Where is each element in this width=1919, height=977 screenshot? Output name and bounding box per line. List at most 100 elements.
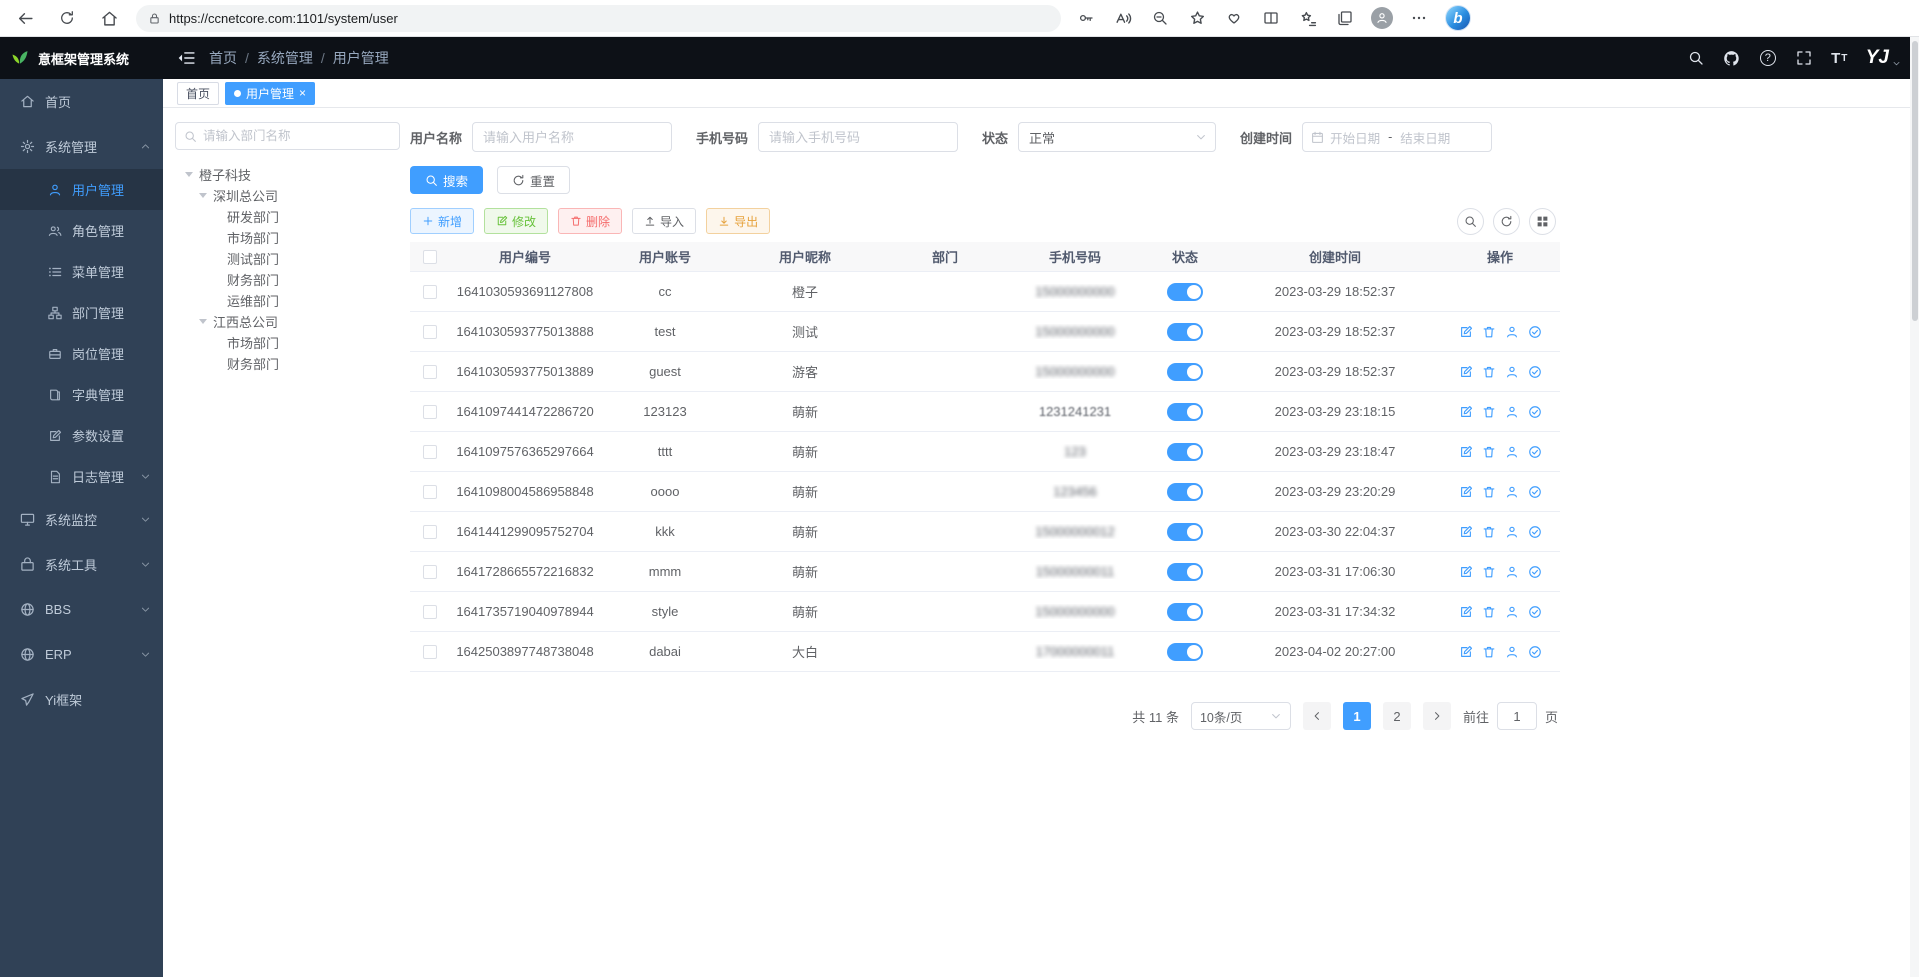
sidebar-item-system-tools[interactable]: 系统工具	[0, 542, 163, 587]
help-icon[interactable]: ?	[1758, 48, 1778, 68]
reset-password-icon[interactable]	[1505, 445, 1519, 459]
password-key-icon[interactable]	[1075, 7, 1097, 29]
page-size-select[interactable]: 10条/页	[1191, 702, 1291, 730]
header-search-icon[interactable]	[1686, 48, 1706, 68]
sidebar-item-menu-mgmt[interactable]: 菜单管理	[0, 251, 163, 292]
row-checkbox[interactable]	[423, 405, 437, 419]
breadcrumb-home[interactable]: 首页	[209, 48, 237, 68]
browser-profile-avatar[interactable]	[1371, 7, 1393, 29]
bing-copilot-icon[interactable]: b	[1445, 5, 1471, 31]
tree-node[interactable]: 深圳总公司	[175, 185, 400, 206]
add-button[interactable]: 新增	[410, 208, 474, 234]
user-brand-logo[interactable]: YJ	[1866, 47, 1901, 69]
goto-page-input[interactable]	[1497, 702, 1537, 730]
url-text[interactable]: https://ccnetcore.com:1101/system/user	[169, 11, 398, 26]
status-select[interactable]: 正常	[1018, 122, 1216, 152]
sidebar-item-system-mgmt[interactable]: 系统管理	[0, 124, 163, 169]
caret-down-icon[interactable]	[199, 193, 207, 198]
sidebar-fold-icon[interactable]	[177, 49, 195, 67]
collections-icon[interactable]	[1334, 7, 1356, 29]
status-toggle[interactable]	[1167, 603, 1203, 621]
assign-role-icon[interactable]	[1528, 605, 1542, 619]
status-toggle[interactable]	[1167, 523, 1203, 541]
status-toggle[interactable]	[1167, 363, 1203, 381]
sidebar-item-user-mgmt[interactable]: 用户管理	[0, 169, 163, 210]
column-grid-icon[interactable]	[1529, 208, 1556, 235]
sidebar-item-bbs[interactable]: BBS	[0, 587, 163, 632]
row-checkbox[interactable]	[423, 485, 437, 499]
scrollbar-thumb[interactable]	[1912, 41, 1918, 321]
assign-role-icon[interactable]	[1528, 445, 1542, 459]
browser-essentials-icon[interactable]	[1223, 7, 1245, 29]
sidebar-item-role-mgmt[interactable]: 角色管理	[0, 210, 163, 251]
search-button[interactable]: 搜索	[410, 166, 483, 194]
assign-role-icon[interactable]	[1528, 645, 1542, 659]
tree-node[interactable]: 财务部门	[175, 269, 400, 290]
row-checkbox[interactable]	[423, 645, 437, 659]
sidebar-item-post-mgmt[interactable]: 岗位管理	[0, 333, 163, 374]
status-toggle[interactable]	[1167, 443, 1203, 461]
reset-password-icon[interactable]	[1505, 645, 1519, 659]
delete-icon[interactable]	[1482, 325, 1496, 339]
status-toggle[interactable]	[1167, 643, 1203, 661]
sidebar-item-log-mgmt[interactable]: 日志管理	[0, 456, 163, 497]
fullscreen-icon[interactable]	[1794, 48, 1814, 68]
delete-icon[interactable]	[1482, 565, 1496, 579]
assign-role-icon[interactable]	[1528, 405, 1542, 419]
row-checkbox[interactable]	[423, 445, 437, 459]
favorites-bar-icon[interactable]	[1297, 7, 1319, 29]
tree-node[interactable]: 研发部门	[175, 206, 400, 227]
dept-search-input[interactable]	[203, 129, 391, 143]
export-button[interactable]: 导出	[706, 208, 770, 234]
close-icon[interactable]: ×	[299, 87, 306, 99]
caret-down-icon[interactable]	[185, 172, 193, 177]
row-checkbox[interactable]	[423, 565, 437, 579]
status-toggle[interactable]	[1167, 283, 1203, 301]
date-range-picker[interactable]: 开始日期 - 结束日期	[1302, 122, 1492, 152]
page-button-2[interactable]: 2	[1383, 702, 1411, 730]
tree-node[interactable]: 测试部门	[175, 248, 400, 269]
tab-home[interactable]: 首页	[177, 82, 219, 105]
status-toggle[interactable]	[1167, 403, 1203, 421]
breadcrumb-user-mgmt[interactable]: 用户管理	[333, 48, 389, 68]
tree-node[interactable]: 江西总公司	[175, 311, 400, 332]
modify-button[interactable]: 修改	[484, 208, 548, 234]
caret-down-icon[interactable]	[199, 319, 207, 324]
breadcrumb-system-mgmt[interactable]: 系统管理	[257, 48, 313, 68]
reset-password-icon[interactable]	[1505, 365, 1519, 379]
edit-icon[interactable]	[1459, 565, 1473, 579]
edit-icon[interactable]	[1459, 325, 1473, 339]
github-icon[interactable]	[1722, 48, 1742, 68]
edit-icon[interactable]	[1459, 605, 1473, 619]
sidebar-item-dept-mgmt[interactable]: 部门管理	[0, 292, 163, 333]
next-page-button[interactable]	[1423, 702, 1451, 730]
delete-icon[interactable]	[1482, 405, 1496, 419]
browser-refresh-icon[interactable]	[56, 7, 78, 29]
split-screen-icon[interactable]	[1260, 7, 1282, 29]
username-input[interactable]	[472, 122, 672, 152]
edit-icon[interactable]	[1459, 645, 1473, 659]
browser-back-icon[interactable]	[14, 7, 36, 29]
reset-password-icon[interactable]	[1505, 565, 1519, 579]
assign-role-icon[interactable]	[1528, 485, 1542, 499]
status-toggle[interactable]	[1167, 323, 1203, 341]
assign-role-icon[interactable]	[1528, 325, 1542, 339]
sidebar-item-dict-mgmt[interactable]: 字典管理	[0, 374, 163, 415]
edit-icon[interactable]	[1459, 485, 1473, 499]
row-checkbox[interactable]	[423, 365, 437, 379]
reset-password-icon[interactable]	[1505, 605, 1519, 619]
tree-node[interactable]: 财务部门	[175, 353, 400, 374]
edit-icon[interactable]	[1459, 365, 1473, 379]
refresh-table-icon[interactable]	[1493, 208, 1520, 235]
app-logo[interactable]: 意框架管理系统	[0, 37, 163, 79]
zoom-out-icon[interactable]	[1149, 7, 1171, 29]
sidebar-item-system-monitor[interactable]: 系统监控	[0, 497, 163, 542]
reset-password-icon[interactable]	[1505, 405, 1519, 419]
assign-role-icon[interactable]	[1528, 565, 1542, 579]
edit-icon[interactable]	[1459, 525, 1473, 539]
tree-node[interactable]: 市场部门	[175, 227, 400, 248]
import-button[interactable]: 导入	[632, 208, 696, 234]
edit-icon[interactable]	[1459, 405, 1473, 419]
tab-user-mgmt[interactable]: 用户管理 ×	[225, 82, 315, 105]
sidebar-item-yi-framework[interactable]: Yi框架	[0, 677, 163, 722]
